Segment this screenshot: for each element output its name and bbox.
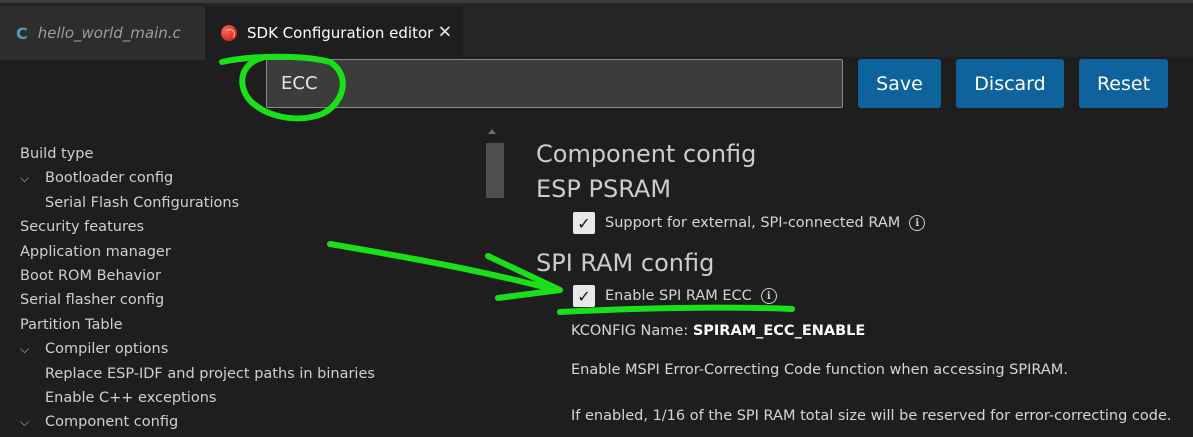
kconfig-name: KCONFIG Name: SPIRAM_ECC_ENABLE (571, 323, 865, 339)
tree-item-boot-rom-behavior[interactable]: Boot ROM Behavior (20, 264, 480, 288)
section-heading-component-config: Component config (536, 140, 757, 168)
tab-label: SDK Configuration editor (247, 24, 434, 42)
tree-item-build-type[interactable]: Build type (20, 142, 480, 166)
chevron-down-icon[interactable]: ⌵ (20, 337, 29, 361)
c-file-icon: C (16, 23, 28, 43)
option-label: Enable SPI RAM ECC (605, 288, 752, 304)
chevron-down-icon[interactable]: ⌵ (20, 166, 29, 190)
tree-item-component-config[interactable]: ⌵ Component config (20, 410, 480, 434)
tab-sdk-configuration-editor[interactable]: SDK Configuration editor ✕ (205, 6, 462, 60)
tree-item-enable-cpp-exceptions[interactable]: Enable C++ exceptions (20, 386, 480, 410)
tree-item-partition-table[interactable]: Partition Table (20, 313, 480, 337)
tree-item-replace-paths[interactable]: Replace ESP-IDF and project paths in bin… (20, 362, 480, 386)
kconfig-label: KCONFIG Name: (571, 323, 689, 339)
option-spiram-ecc: ✓ Enable SPI RAM ECC i (573, 285, 777, 307)
save-button[interactable]: Save (858, 59, 941, 108)
option-label: Support for external, SPI-connected RAM (605, 215, 901, 231)
tree-item-serial-flasher-config[interactable]: Serial flasher config (20, 288, 480, 312)
info-icon[interactable]: i (760, 288, 777, 304)
tree-item-security-features[interactable]: Security features (20, 215, 480, 239)
spiram-ecc-checkbox[interactable]: ✓ (573, 285, 595, 307)
option-spiram-support: ✓ Support for external, SPI-connected RA… (573, 212, 926, 234)
kconfig-value: SPIRAM_ECC_ENABLE (692, 323, 866, 339)
config-tree: Build type ⌵ Bootloader config Serial Fla… (20, 142, 480, 435)
esp-idf-icon (221, 25, 237, 41)
option-description: Enable MSPI Error-Correcting Code functi… (571, 362, 1068, 378)
tree-item-serial-flash-configurations[interactable]: Serial Flash Configurations (20, 191, 480, 215)
option-description-note: If enabled, 1/16 of the SPI RAM total si… (571, 408, 1172, 424)
tree-item-compiler-options[interactable]: ⌵ Compiler options (20, 337, 480, 361)
chevron-down-icon[interactable]: ⌵ (20, 410, 29, 434)
tab-bar: C hello_world_main.c SDK Configuration e… (0, 0, 1193, 60)
spiram-support-checkbox[interactable]: ✓ (573, 212, 595, 234)
info-icon[interactable]: i (909, 215, 926, 231)
section-heading-spi-ram-config: SPI RAM config (536, 249, 715, 277)
tab-hello-world-main[interactable]: C hello_world_main.c (0, 6, 205, 60)
tree-item-application-manager[interactable]: Application manager (20, 240, 480, 264)
search-input[interactable] (266, 59, 843, 108)
annotation-underline (557, 304, 795, 315)
discard-button[interactable]: Discard (956, 59, 1064, 108)
section-heading-esp-psram: ESP PSRAM (536, 175, 672, 203)
scrollbar-thumb[interactable] (486, 143, 504, 198)
close-icon[interactable]: ✕ (438, 23, 452, 43)
tree-item-bootloader-config[interactable]: ⌵ Bootloader config (20, 166, 480, 190)
scroll-up-arrow[interactable] (488, 129, 496, 134)
tab-label: hello_world_main.c (37, 24, 181, 42)
reset-button[interactable]: Reset (1079, 59, 1168, 108)
